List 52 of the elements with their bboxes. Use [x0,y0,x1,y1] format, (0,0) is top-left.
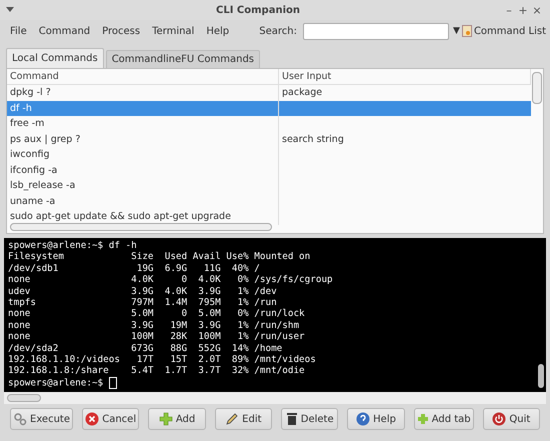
column-header[interactable]: User Input [279,69,531,84]
terminal-prompt: spowers@arlene:~$ [8,377,104,388]
tab[interactable]: Local Commands [6,48,104,68]
table-cell: ps aux | grep ? [7,132,279,147]
cancel-button[interactable]: Cancel [82,408,140,430]
terminal-line: /dev/sda2 673G 88G 552G 14% /home [8,342,284,354]
addtab-button[interactable]: Add tab [414,408,474,430]
terminal-line: none 3.9G 19M 3.9G 1% /run/shm [8,320,300,332]
tab[interactable]: CommandlineFU Commands [106,50,260,68]
terminal-line: spowers@arlene:~$ df -h [8,240,138,252]
dropdown-arrow[interactable]: ▼ [453,26,460,36]
search-label: Search: [259,26,298,36]
table-row[interactable]: iwconfig [7,147,531,162]
table-cell: uname -a [7,194,279,209]
table-cell: ifconfig -a [7,162,279,178]
menu-item[interactable]: Help [200,26,236,36]
column-header[interactable]: Command [7,69,279,84]
table-cell: free -m [7,116,279,132]
table-row[interactable]: uname -a [7,194,531,209]
edit-button[interactable]: Edit [214,408,272,430]
quit-button[interactable]: Quit [482,408,540,430]
menu-item[interactable]: Terminal [146,26,200,36]
table-row[interactable]: ifconfig -a [7,162,531,178]
terminal-line: Filesystem Size Used Avail Use% Mounted on [8,251,312,263]
terminal-line: none 4.0K 0 4.0K 0% /sys/fs/cgroup [8,274,334,286]
terminal-line: none 5.0M 0 5.0M 0% /run/lock [8,308,306,320]
window-control[interactable]: × [530,4,544,16]
terminal-line: 192.168.1.8:/share 5.4T 1.7T 3.7T 32% /mnt/odie [8,365,306,377]
table-cell-text: package [281,86,324,100]
help-button[interactable]: Help [347,408,405,430]
terminal-line: udev 3.9G 4.0K 3.9G 1% /dev [8,286,278,297]
terminal-line: tmpfs 797M 1.4M 795M 1% /run [8,296,278,308]
menu-item[interactable]: Process [96,26,146,36]
table-cell: df -h [7,100,279,116]
execute-button[interactable]: Execute [10,408,73,430]
terminal-line: none 100M 28K 100M 1% /run/user [8,331,306,343]
delete-button[interactable]: Delete [281,408,338,430]
terminal-line: 192.168.1.10:/videos 17T 15T 2.0T 89% /mnt/videos [8,354,317,366]
table-cell: lsb_release -a [7,178,279,194]
table-cell: iwconfig [7,147,279,162]
table-row[interactable]: ps aux | grep ? search string [7,132,531,147]
window-title: CLI Companion [215,4,301,16]
menu-item[interactable]: Command [32,26,96,36]
window-control[interactable]: – [502,4,516,16]
table-row[interactable]: lsb_release -a [7,178,531,194]
add-button[interactable]: Add [148,408,206,430]
window-control[interactable]: + [516,4,530,16]
table-row[interactable]: free -m [7,116,531,132]
table-cell-text: search string [281,132,345,146]
command-list-button[interactable]: Command List [462,25,546,37]
menu-item[interactable]: File [4,26,33,36]
terminal-line: /dev/sdb1 19G 6.9G 11G 40% / [8,262,261,274]
